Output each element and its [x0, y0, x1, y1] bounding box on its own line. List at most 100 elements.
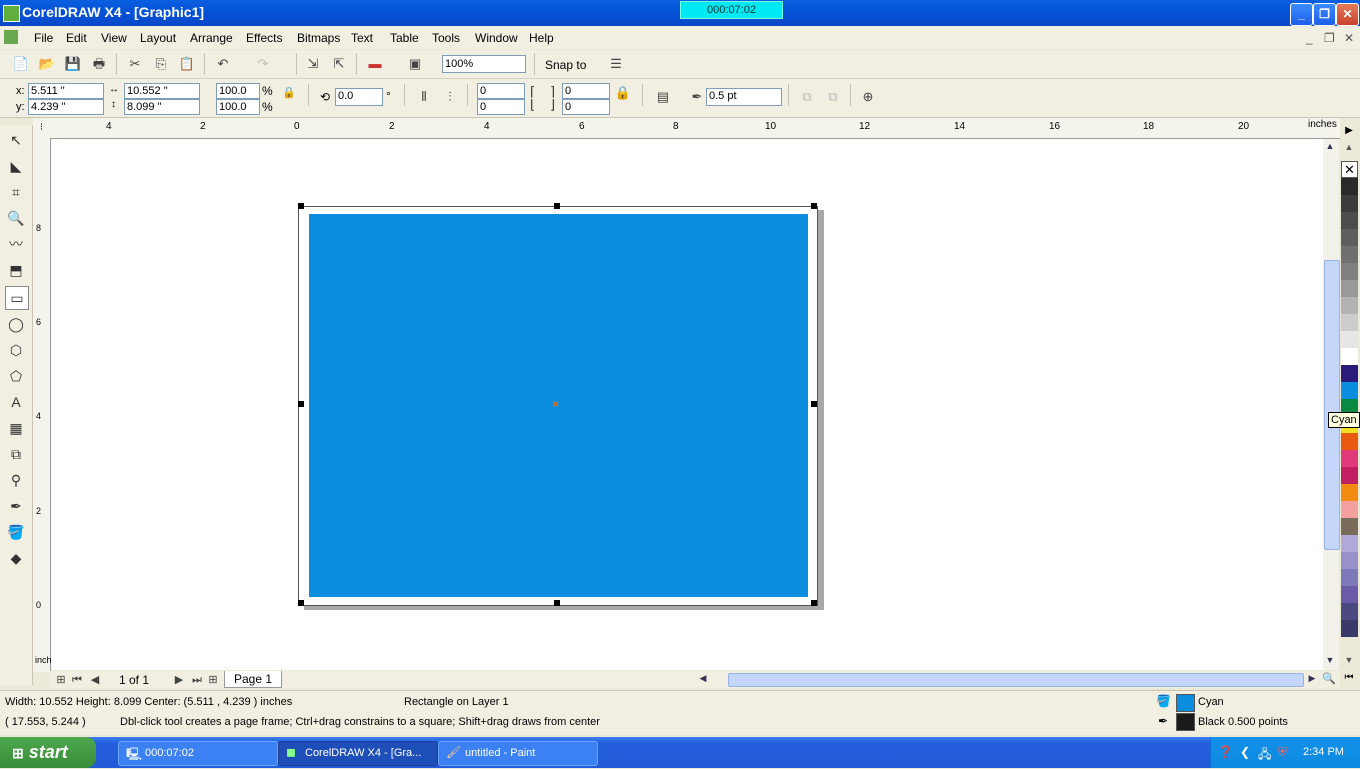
wrap-text-icon[interactable]: ▤: [654, 88, 672, 106]
options-icon[interactable]: ☰: [607, 55, 625, 73]
fill-tool-icon[interactable]: 🪣: [5, 521, 27, 543]
doc-close-button[interactable]: ✕: [1344, 31, 1354, 45]
corner-bottom-left-field[interactable]: 0: [477, 99, 525, 115]
freehand-tool-icon[interactable]: 〰: [5, 233, 27, 255]
next-page-icon[interactable]: ▶: [170, 671, 188, 689]
first-page-icon[interactable]: ⏮: [68, 671, 86, 689]
menu-effects[interactable]: Effects: [246, 31, 282, 45]
scale-width-field[interactable]: 100.0: [216, 83, 260, 99]
palette-swatch[interactable]: [1341, 501, 1358, 518]
restore-button[interactable]: ❐: [1313, 3, 1336, 26]
save-icon[interactable]: 💾: [64, 55, 82, 73]
coreldraw-app-icon[interactable]: [3, 5, 20, 22]
palette-swatch[interactable]: [1341, 246, 1358, 263]
palette-swatch[interactable]: [1341, 348, 1358, 365]
outline-tool-icon[interactable]: ✒: [5, 495, 27, 517]
palette-swatch[interactable]: [1341, 280, 1358, 297]
palette-swatch[interactable]: [1341, 212, 1358, 229]
palette-swatch[interactable]: [1341, 518, 1358, 535]
welcome-screen-icon[interactable]: ▣: [406, 55, 424, 73]
outline-width-dropdown[interactable]: 0.5 pt: [706, 88, 782, 106]
smart-fill-tool-icon[interactable]: ⬒: [5, 259, 27, 281]
menu-view[interactable]: View: [101, 31, 127, 45]
menu-edit[interactable]: Edit: [66, 31, 87, 45]
palette-swatch[interactable]: [1341, 178, 1358, 195]
palette-swatch[interactable]: [1341, 229, 1358, 246]
vertical-scroll-thumb[interactable]: [1324, 260, 1340, 550]
menu-layout[interactable]: Layout: [140, 31, 176, 45]
palette-swatch[interactable]: [1341, 314, 1358, 331]
scroll-right-icon[interactable]: ▶: [1305, 673, 1319, 685]
interactive-fill-tool-icon[interactable]: ◆: [5, 547, 27, 569]
ruler-origin[interactable]: ⁝: [33, 118, 50, 138]
width-field[interactable]: 10.552 ": [124, 83, 200, 99]
selection-handle[interactable]: [811, 600, 817, 606]
copy-icon[interactable]: ⎘: [152, 55, 170, 73]
menu-file[interactable]: File: [34, 31, 53, 45]
palette-scroll-down-icon[interactable]: ▼: [1341, 655, 1357, 669]
snap-to-dropdown[interactable]: Snap to: [545, 58, 586, 72]
basic-shapes-tool-icon[interactable]: ⬠: [5, 365, 27, 387]
ellipse-tool-icon[interactable]: ◯: [5, 313, 27, 335]
outline-color-swatch[interactable]: [1176, 713, 1195, 731]
palette-swatch[interactable]: [1341, 365, 1358, 382]
task-paint[interactable]: untitled - Paint: [438, 741, 598, 766]
open-icon[interactable]: 📂: [38, 55, 56, 73]
lock-ratio-icon[interactable]: 🔒: [282, 86, 296, 99]
fill-color-swatch[interactable]: [1176, 694, 1195, 712]
palette-swatch[interactable]: [1341, 297, 1358, 314]
navigator-icon[interactable]: 🔍: [1322, 672, 1336, 686]
scale-height-field[interactable]: 100.0: [216, 99, 260, 115]
redo-icon[interactable]: ↷: [254, 55, 272, 73]
table-tool-icon[interactable]: ▦: [5, 417, 27, 439]
undo-icon[interactable]: ↶: [214, 55, 232, 73]
palette-swatch[interactable]: [1341, 552, 1358, 569]
vertical-ruler[interactable]: [33, 138, 51, 672]
scroll-down-icon[interactable]: ▼: [1323, 655, 1337, 667]
palette-swatch[interactable]: [1341, 603, 1358, 620]
palette-swatch[interactable]: [1341, 569, 1358, 586]
paste-icon[interactable]: 📋: [178, 55, 196, 73]
corner-top-right-field[interactable]: 0: [562, 83, 610, 99]
mirror-vertical-icon[interactable]: ⫶: [441, 88, 459, 106]
rotation-field[interactable]: 0.0: [335, 88, 383, 106]
eyedropper-tool-icon[interactable]: ⚲: [5, 469, 27, 491]
palette-swatch[interactable]: [1341, 586, 1358, 603]
scroll-left-icon[interactable]: ◀: [696, 673, 710, 685]
tab-page-1[interactable]: Page 1: [224, 671, 282, 688]
interactive-blend-tool-icon[interactable]: ⧉: [5, 443, 27, 465]
menu-help[interactable]: Help: [529, 31, 554, 45]
palette-swatch[interactable]: [1341, 263, 1358, 280]
start-button[interactable]: ⊞ start: [0, 737, 96, 768]
scroll-up-icon[interactable]: ▲: [1323, 141, 1337, 153]
menu-table[interactable]: Table: [390, 31, 419, 45]
menu-window[interactable]: Window: [475, 31, 518, 45]
selection-handle[interactable]: [554, 600, 560, 606]
palette-swatch[interactable]: [1341, 331, 1358, 348]
palette-swatch[interactable]: [1341, 382, 1358, 399]
end-icon[interactable]: ⏮: [1342, 672, 1356, 686]
text-tool-icon[interactable]: A: [5, 391, 27, 413]
menu-text[interactable]: Text: [351, 31, 373, 45]
palette-scroll-up-icon[interactable]: ▲: [1341, 142, 1357, 156]
cut-icon[interactable]: ✂: [126, 55, 144, 73]
selection-handle[interactable]: [298, 203, 304, 209]
export-icon[interactable]: ⇱: [330, 55, 348, 73]
palette-swatch[interactable]: [1341, 433, 1358, 450]
palette-swatch[interactable]: [1341, 195, 1358, 212]
y-position-field[interactable]: 4.239 ": [28, 99, 104, 115]
close-button[interactable]: ✕: [1336, 3, 1359, 26]
convert-to-curves-icon[interactable]: ⊕: [859, 88, 877, 106]
palette-swatch[interactable]: [1341, 467, 1358, 484]
pick-tool-icon[interactable]: ↖: [5, 129, 27, 151]
zoom-level-dropdown[interactable]: 100%: [442, 55, 526, 73]
application-launcher-icon[interactable]: ▬: [366, 55, 384, 73]
menu-tools[interactable]: Tools: [432, 31, 460, 45]
selection-handle[interactable]: [298, 401, 304, 407]
palette-swatch[interactable]: [1341, 620, 1358, 637]
doc-restore-button[interactable]: ❐: [1324, 31, 1335, 45]
round-corners-lock-icon[interactable]: 🔒: [614, 84, 632, 102]
doc-minimize-button[interactable]: _: [1306, 31, 1313, 45]
document-icon[interactable]: [4, 30, 18, 44]
selection-handle[interactable]: [554, 203, 560, 209]
